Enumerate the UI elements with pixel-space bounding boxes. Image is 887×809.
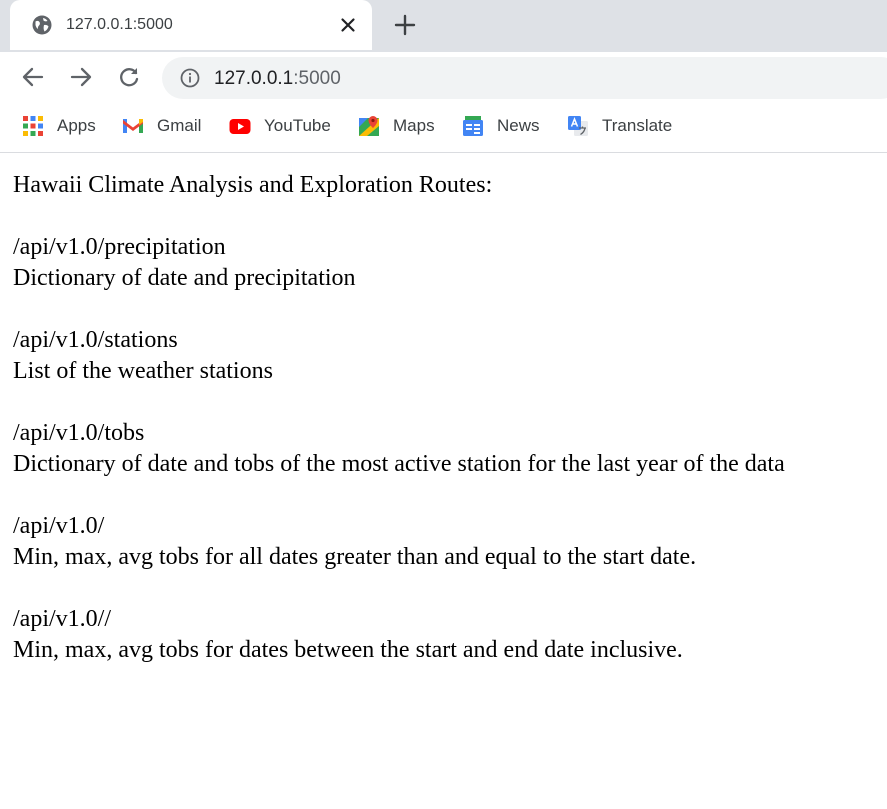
bookmark-maps[interactable]: Maps xyxy=(358,114,435,138)
route-description: Dictionary of date and precipitation xyxy=(13,265,356,291)
bookmark-label: Translate xyxy=(602,116,673,135)
route-description: Min, max, avg tobs for all dates greater… xyxy=(13,544,697,570)
bookmark-gmail[interactable]: Gmail xyxy=(122,114,201,138)
route-path: /api/v1.0/ xyxy=(13,513,105,539)
page-content: Hawaii Climate Analysis and Exploration … xyxy=(13,170,883,666)
route-description: Dictionary of date and tobs of the most … xyxy=(13,451,785,477)
bookmark-news[interactable]: News xyxy=(462,114,540,138)
forward-arrow-icon[interactable] xyxy=(68,64,94,90)
page-heading: Hawaii Climate Analysis and Exploration … xyxy=(13,172,493,198)
route-path: /api/v1.0/stations xyxy=(13,327,178,353)
youtube-icon xyxy=(229,119,251,134)
bookmark-label: YouTube xyxy=(264,116,331,135)
bookmark-label: Apps xyxy=(57,116,96,135)
route-path: /api/v1.0/precipitation xyxy=(13,234,226,260)
close-icon[interactable] xyxy=(338,15,358,35)
url-port: :5000 xyxy=(293,68,341,89)
route-block: /api/v1.0/ Min, max, avg tobs for all da… xyxy=(13,511,883,573)
news-icon xyxy=(463,116,483,136)
url-host: 127.0.0.1 xyxy=(214,68,294,89)
route-path: /api/v1.0// xyxy=(13,606,111,632)
bookmark-label: Maps xyxy=(393,116,435,135)
browser-toolbar: 127.0.0.1:5000 xyxy=(0,52,887,102)
route-description: List of the weather stations xyxy=(13,358,273,384)
route-block: /api/v1.0/tobs Dictionary of date and to… xyxy=(13,418,883,480)
back-arrow-icon[interactable] xyxy=(20,64,46,90)
route-description: Min, max, avg tobs for dates between the… xyxy=(13,637,683,663)
address-bar[interactable]: 127.0.0.1:5000 xyxy=(162,57,887,99)
bookmarks-bar: Apps Gmail YouTube Maps News Translate xyxy=(0,102,887,153)
active-tab[interactable]: 127.0.0.1:5000 xyxy=(10,0,372,50)
bookmark-label: Gmail xyxy=(157,116,202,135)
maps-icon xyxy=(359,116,379,136)
tab-title: 127.0.0.1:5000 xyxy=(66,16,173,33)
bookmark-translate[interactable]: Translate xyxy=(567,114,672,138)
route-block: /api/v1.0/precipitation Dictionary of da… xyxy=(13,232,883,294)
gmail-icon xyxy=(123,119,143,133)
bookmark-youtube[interactable]: YouTube xyxy=(229,114,331,138)
tab-strip: 127.0.0.1:5000 xyxy=(0,0,887,52)
translate-icon xyxy=(568,116,588,136)
route-block: /api/v1.0// Min, max, avg tobs for dates… xyxy=(13,604,883,666)
new-tab-plus-icon[interactable] xyxy=(393,13,417,37)
url-text[interactable]: 127.0.0.1:5000 xyxy=(214,68,341,90)
route-path: /api/v1.0/tobs xyxy=(13,420,145,446)
route-block: /api/v1.0/stations List of the weather s… xyxy=(13,325,883,387)
reload-icon[interactable] xyxy=(116,64,142,90)
globe-icon xyxy=(32,15,52,35)
bookmark-label: News xyxy=(497,116,540,135)
site-info-icon[interactable] xyxy=(180,68,200,88)
apps-grid-icon xyxy=(23,116,43,136)
bookmark-apps[interactable]: Apps xyxy=(22,114,96,138)
